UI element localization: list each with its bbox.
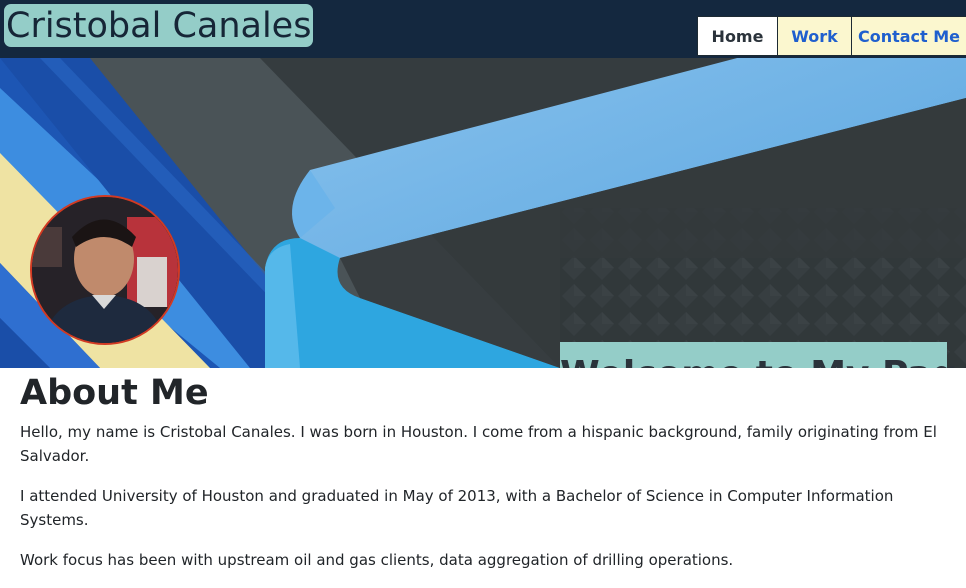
main-nav: Home Work Contact Me	[697, 16, 966, 58]
profile-photo-image	[32, 197, 178, 343]
top-navigation-bar: Cristobal Canales Home Work Contact Me	[0, 0, 966, 58]
profile-photo	[30, 195, 180, 345]
about-paragraph-2: I attended University of Houston and gra…	[20, 487, 894, 529]
nav-home-link[interactable]: Home	[697, 16, 777, 56]
nav-contact-link[interactable]: Contact Me	[851, 16, 966, 56]
nav-work-link[interactable]: Work	[777, 16, 851, 56]
welcome-banner: Welcome to My Page!	[560, 342, 966, 368]
hero-banner: Welcome to My Page!	[0, 58, 966, 368]
about-paragraph-3: Work focus has been with upstream oil an…	[20, 551, 734, 569]
about-paragraph-1: Hello, my name is Cristobal Canales. I w…	[20, 423, 937, 465]
about-section: About Me Hello, my name is Cristobal Can…	[20, 368, 940, 588]
about-heading: About Me	[20, 373, 209, 413]
site-brand-title[interactable]: Cristobal Canales	[4, 4, 314, 47]
